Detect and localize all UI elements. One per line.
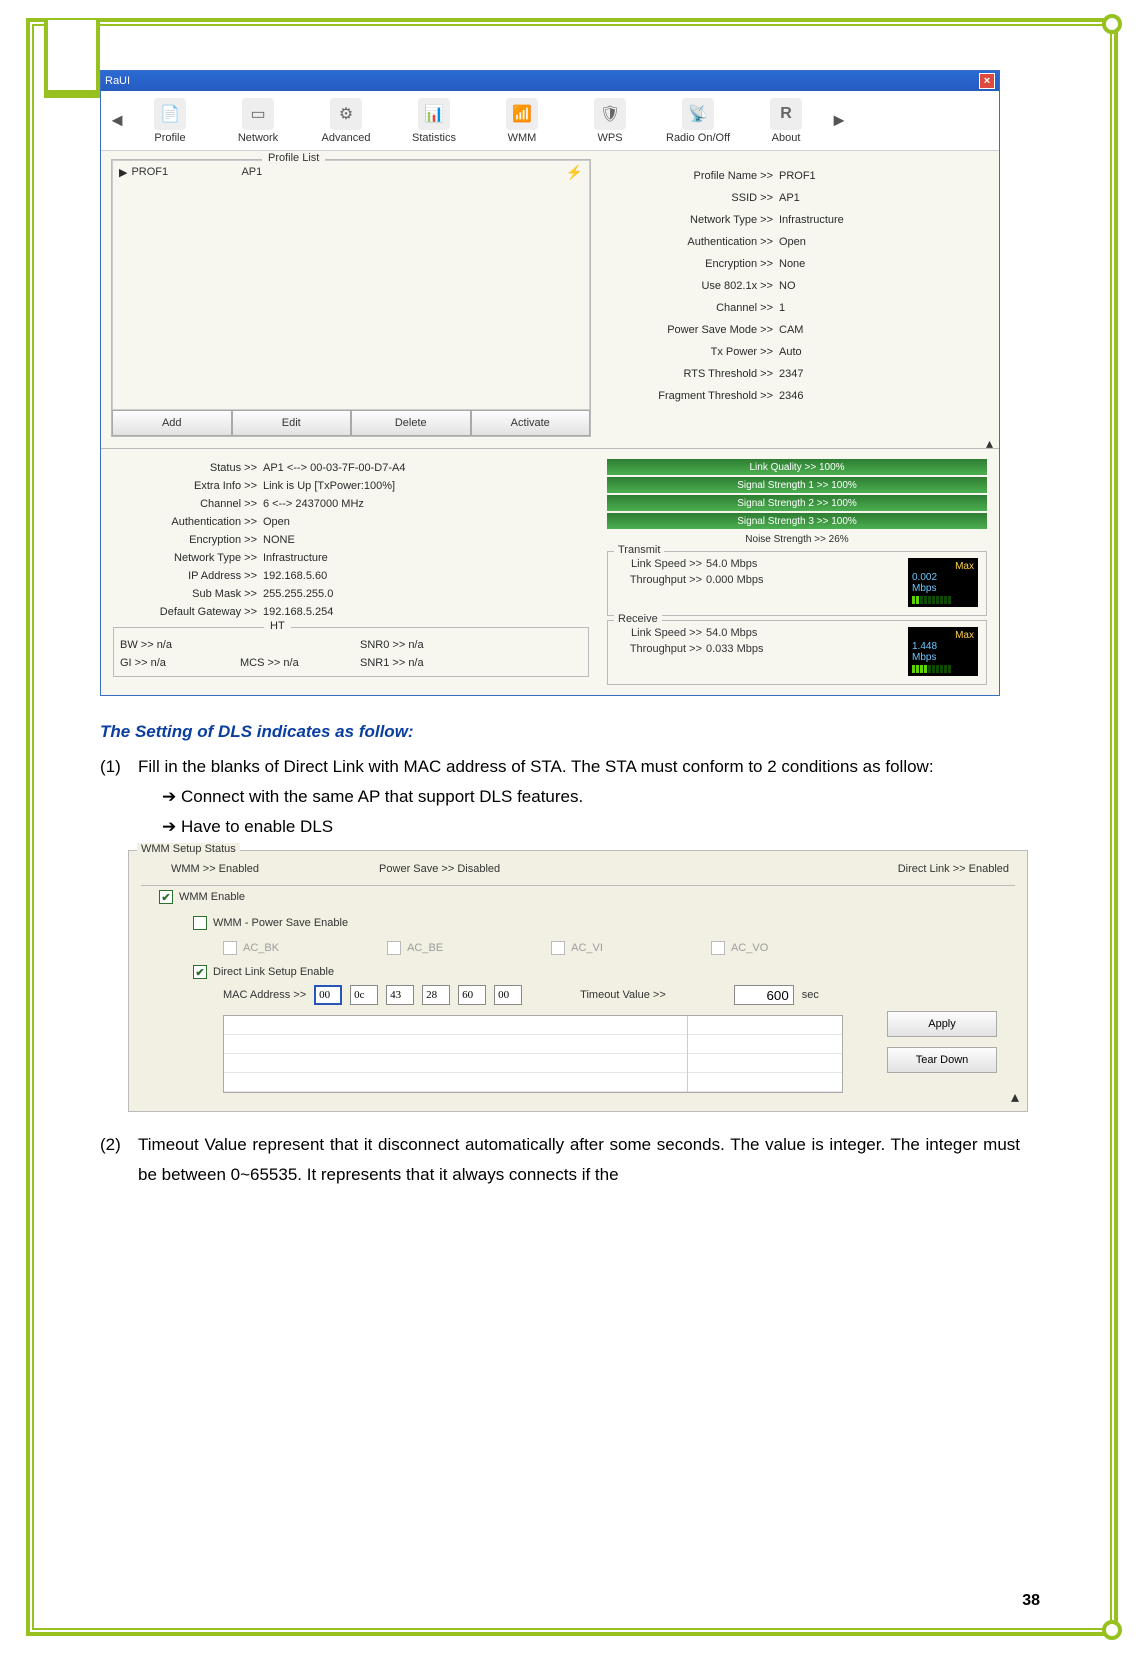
chevron-up-icon: ▴: [986, 435, 993, 452]
network-icon: ▭: [242, 98, 274, 130]
ac-vo-checkbox: AC_VO: [711, 941, 768, 955]
profile-ssid: AP1: [241, 166, 401, 178]
tab-about[interactable]: RAbout: [743, 98, 829, 144]
page-number: 38: [1022, 1592, 1040, 1610]
add-button[interactable]: Add: [112, 410, 232, 436]
mac-octet-4[interactable]: [422, 985, 450, 1005]
wmm-status-text: WMM >> Enabled: [171, 863, 259, 875]
profile-list-legend: Profile List: [262, 152, 325, 164]
collapse-handle[interactable]: ▴: [101, 441, 999, 449]
toolbar: ◄ 📄Profile ▭Network ⚙Advanced 📊Statistic…: [101, 91, 999, 151]
mac-octet-3[interactable]: [386, 985, 414, 1005]
nav-prev-icon[interactable]: ◄: [109, 107, 125, 135]
edit-button[interactable]: Edit: [232, 410, 352, 436]
wmm-enable-checkbox[interactable]: WMM Enable: [159, 890, 245, 904]
wmm-panel: WMM Setup Status WMM >> Enabled Power Sa…: [128, 850, 1028, 1112]
profile-name: PROF1: [131, 166, 241, 178]
tab-advanced[interactable]: ⚙Advanced: [303, 98, 389, 144]
delete-button[interactable]: Delete: [351, 410, 471, 436]
mac-octet-2[interactable]: [350, 985, 378, 1005]
tab-profile[interactable]: 📄Profile: [127, 98, 213, 144]
tab-network[interactable]: ▭Network: [215, 98, 301, 144]
timeout-unit: sec: [802, 989, 819, 1001]
tab-wmm[interactable]: 📶WMM: [479, 98, 565, 144]
nav-next-icon[interactable]: ►: [831, 107, 847, 135]
transmit-box: Transmit Link Speed >>54.0 Mbps Throughp…: [607, 551, 987, 616]
rx-gauge: Max 1.448 Mbps: [908, 627, 978, 676]
activate-button[interactable]: Activate: [471, 410, 591, 436]
tx-gauge: Max 0.002 Mbps: [908, 558, 978, 607]
powersave-status-text: Power Save >> Disabled: [379, 863, 500, 875]
list-marker: (1): [100, 752, 138, 782]
title-text: RaUI: [105, 75, 130, 87]
ac-be-checkbox: AC_BE: [387, 941, 443, 955]
tab-statistics[interactable]: 📊Statistics: [391, 98, 477, 144]
ac-vi-checkbox: AC_VI: [551, 941, 603, 955]
about-icon: R: [770, 98, 802, 130]
gear-icon: ⚙: [330, 98, 362, 130]
close-icon[interactable]: ×: [979, 73, 995, 89]
signal1-bar: Signal Strength 1 >> 100%: [607, 477, 987, 493]
powersave-enable-checkbox[interactable]: WMM - Power Save Enable: [193, 916, 348, 930]
profile-list[interactable]: ▶ PROF1 AP1 ⚡: [112, 160, 590, 410]
mac-address-row: MAC Address >> Timeout Value >> sec: [159, 979, 1009, 1005]
body-text: Fill in the blanks of Direct Link with M…: [138, 752, 1020, 782]
section-heading: The Setting of DLS indicates as follow:: [100, 722, 1020, 742]
mac-octet-6[interactable]: [494, 985, 522, 1005]
mac-label: MAC Address >>: [223, 989, 306, 1001]
profile-signal-icon: ⚡: [566, 164, 583, 181]
chevron-up-icon[interactable]: ▴: [1011, 1087, 1019, 1107]
mac-octet-5[interactable]: [458, 985, 486, 1005]
profile-icon: 📄: [154, 98, 186, 130]
teardown-button[interactable]: Tear Down: [887, 1047, 997, 1073]
list-marker: (2): [100, 1130, 138, 1190]
wmm-icon: 📶: [506, 98, 538, 130]
profile-row[interactable]: ▶ PROF1 AP1 ⚡: [113, 161, 589, 183]
raui-window: RaUI × ◄ 📄Profile ▭Network ⚙Advanced 📊St…: [100, 70, 1000, 696]
timeout-input[interactable]: [734, 985, 794, 1005]
signal2-bar: Signal Strength 2 >> 100%: [607, 495, 987, 511]
link-quality-bar: Link Quality >> 100%: [607, 459, 987, 475]
directlink-enable-checkbox[interactable]: Direct Link Setup Enable: [193, 965, 334, 979]
receive-box: Receive Link Speed >>54.0 Mbps Throughpu…: [607, 620, 987, 685]
subitem: Have to enable DLS: [100, 812, 1020, 842]
tab-wps[interactable]: 🛡WPS: [567, 98, 653, 144]
timeout-label: Timeout Value >>: [580, 989, 666, 1001]
profile-info: Profile Name >>PROF1 SSID >>AP1 Network …: [599, 159, 989, 437]
body-text: Timeout Value represent that it disconne…: [138, 1130, 1020, 1190]
active-marker-icon: ▶: [119, 166, 127, 179]
ht-box: HT BW >> n/aSNR0 >> n/a GI >> n/aMCS >> …: [113, 627, 589, 677]
wmm-legend: WMM Setup Status: [137, 843, 240, 855]
mac-octet-1[interactable]: [314, 985, 342, 1005]
link-status: Status >>AP1 <--> 00-03-7F-00-D7-A4 Extr…: [113, 459, 589, 685]
apply-button[interactable]: Apply: [887, 1011, 997, 1037]
ac-bk-checkbox: AC_BK: [223, 941, 279, 955]
titlebar: RaUI ×: [101, 71, 999, 91]
radio-icon: 📡: [682, 98, 714, 130]
tab-radio[interactable]: 📡Radio On/Off: [655, 98, 741, 144]
dls-list[interactable]: [223, 1015, 843, 1093]
statistics-icon: 📊: [418, 98, 450, 130]
directlink-status-text: Direct Link >> Enabled: [898, 863, 1009, 875]
signal3-bar: Signal Strength 3 >> 100%: [607, 513, 987, 529]
subitem: Connect with the same AP that support DL…: [100, 782, 1020, 812]
wps-icon: 🛡: [594, 98, 626, 130]
